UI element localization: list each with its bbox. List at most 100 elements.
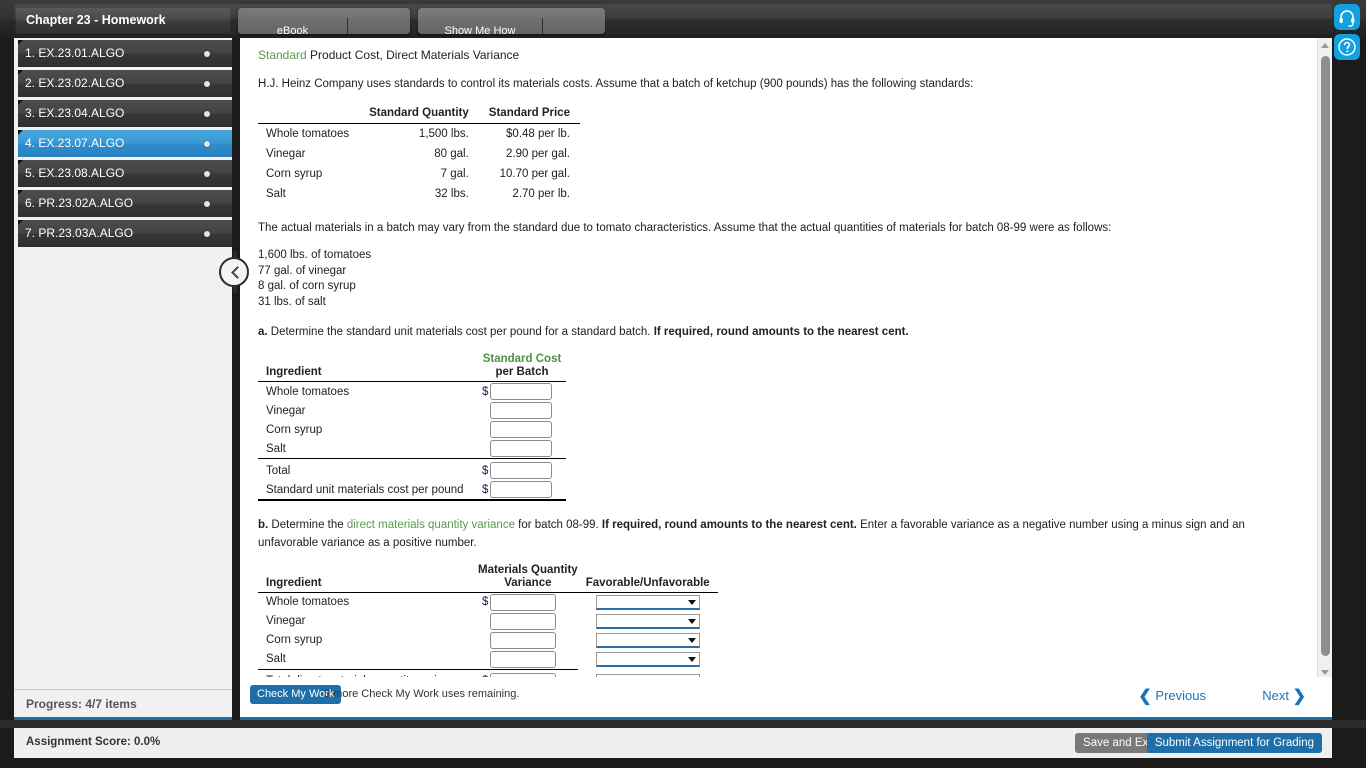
- part-b-answer-table: Materials Quantity Ingredient Variance F…: [258, 563, 718, 680]
- sidebar-item-5[interactable]: 5. EX.23.08.ALGO: [18, 160, 232, 187]
- sidebar-item-4[interactable]: 4. EX.23.07.ALGO: [18, 130, 232, 157]
- row-field: $: [478, 592, 578, 612]
- select-fav-unfav-salt[interactable]: FavorableUnfavorable: [595, 652, 700, 668]
- col-header-blank: [258, 104, 360, 124]
- currency-symbol: $: [482, 464, 489, 477]
- row-field: [478, 439, 566, 459]
- standards-table: Standard Quantity Standard Price Whole t…: [258, 104, 580, 204]
- input-standard-cost-total[interactable]: [490, 462, 552, 480]
- sidebar-item-label: 5. EX.23.08.ALGO: [25, 166, 125, 180]
- part-b-text-2: for batch 08-99.: [514, 519, 602, 532]
- scroll-up-arrow[interactable]: [1318, 38, 1333, 53]
- tab-ebook-menu[interactable]: [348, 8, 410, 34]
- tab-group-show-me-how[interactable]: Show Me How: [418, 8, 605, 34]
- input-standard-cost-vinegar[interactable]: [490, 402, 552, 420]
- part-a-text: Determine the standard unit materials co…: [267, 326, 654, 339]
- table-row: Vinegar FavorableUnfavorable: [258, 612, 718, 631]
- question-title: Standard Product Cost, Direct Materials …: [258, 48, 1303, 62]
- input-variance-whole-tomatoes[interactable]: [490, 593, 556, 611]
- select-fav-unfav-whole-tomatoes[interactable]: FavorableUnfavorable: [595, 594, 700, 610]
- sidebar-item-7[interactable]: 7. PR.23.03A.ALGO: [18, 220, 232, 247]
- question-intro: H.J. Heinz Company uses standards to con…: [258, 78, 974, 90]
- help-question-icon[interactable]: [1334, 34, 1360, 60]
- assignment-score-label: Assignment Score:: [26, 736, 131, 748]
- select-fav-unfav-vinegar[interactable]: FavorableUnfavorable: [595, 613, 700, 629]
- sidebar-item-label: 4. EX.23.07.ALGO: [25, 136, 125, 150]
- table-header-row: Ingredient Variance Favorable/Unfavorabl…: [258, 576, 718, 593]
- status-dot-icon: [204, 51, 210, 57]
- table-header-row-top: Standard Cost: [258, 352, 566, 366]
- status-dot-icon: [204, 81, 210, 87]
- row-select-cell: FavorableUnfavorable: [578, 592, 718, 612]
- cell-quantity: 32 lbs.: [434, 187, 469, 200]
- part-b-marker: b.: [258, 519, 269, 532]
- cell-quantity: 80 gal.: [434, 147, 469, 160]
- tab-group-ebook[interactable]: eBook: [238, 8, 410, 34]
- divider: [0, 720, 1366, 728]
- list-item: 8 gal. of corn syrup: [258, 280, 356, 293]
- previous-button[interactable]: ❮ Previous: [1138, 686, 1206, 706]
- input-variance-corn-syrup[interactable]: [490, 631, 556, 649]
- right-floating-icon-bar: [1334, 4, 1362, 64]
- vertical-scrollbar[interactable]: [1317, 38, 1332, 680]
- row-label-corn-syrup: Corn syrup: [266, 634, 323, 647]
- table-row: Vinegar: [258, 401, 566, 420]
- question-title-rest: Product Cost, Direct Materials Variance: [306, 48, 520, 62]
- sidebar-collapse-handle[interactable]: [219, 251, 251, 293]
- input-standard-cost-whole-tomatoes[interactable]: [490, 383, 552, 401]
- sidebar-item-2[interactable]: 2. EX.23.02.ALGO: [18, 70, 232, 97]
- scrollbar-thumb[interactable]: [1321, 56, 1330, 656]
- headset-support-icon[interactable]: [1334, 4, 1360, 30]
- input-standard-cost-corn-syrup[interactable]: [490, 421, 552, 439]
- status-dot-icon: [204, 111, 210, 117]
- row-label-salt: Salt: [266, 442, 286, 455]
- actual-materials-list: 1,600 lbs. of tomatoes 77 gal. of vinega…: [258, 248, 1303, 310]
- list-item: 31 lbs. of salt: [258, 295, 326, 308]
- table-row: Whole tomatoes $ FavorableUnfavorable: [258, 592, 718, 612]
- table-header-row: Standard Quantity Standard Price: [258, 104, 580, 124]
- input-standard-unit-cost-per-pound[interactable]: [490, 481, 552, 499]
- cell-price: 2.90 per gal.: [506, 147, 570, 160]
- next-label: Next: [1262, 688, 1289, 703]
- sidebar-item-3[interactable]: 3. EX.23.04.ALGO: [18, 100, 232, 127]
- sidebar: 1. EX.23.01.ALGO 2. EX.23.02.ALGO 3. EX.…: [14, 38, 232, 720]
- tab-ebook[interactable]: eBook: [238, 18, 348, 34]
- row-label-whole-tomatoes: Whole tomatoes: [266, 385, 350, 398]
- sidebar-item-6[interactable]: 6. PR.23.02A.ALGO: [18, 190, 232, 217]
- collapse-button[interactable]: [219, 257, 249, 287]
- cell-ingredient: Corn syrup: [266, 167, 323, 180]
- select-fav-unfav-corn-syrup[interactable]: FavorableUnfavorable: [595, 632, 700, 648]
- progress-label: Progress:: [26, 697, 83, 711]
- col-header-standard-quantity: Standard Quantity: [359, 104, 479, 124]
- currency-symbol: $: [482, 596, 489, 609]
- list-item: 77 gal. of vinegar: [258, 264, 347, 277]
- row-field: [478, 401, 566, 420]
- row-field: $: [478, 461, 566, 480]
- input-variance-salt[interactable]: [490, 650, 556, 668]
- next-button[interactable]: Next ❯: [1262, 686, 1306, 706]
- total-rule: [258, 499, 566, 504]
- col-header-per-batch: per Batch: [478, 366, 566, 383]
- tab-show-me-how-menu[interactable]: [543, 8, 605, 34]
- sidebar-item-1[interactable]: 1. EX.23.01.ALGO: [18, 40, 232, 67]
- tab-show-me-how[interactable]: Show Me How: [418, 18, 543, 34]
- col-header-ingredient: Ingredient: [258, 576, 478, 593]
- part-b-glossary-link[interactable]: direct materials quantity variance: [347, 519, 515, 531]
- table-row: Whole tomatoes $: [258, 382, 566, 402]
- submit-assignment-button[interactable]: Submit Assignment for Grading: [1146, 733, 1322, 753]
- col-header-variance: Variance: [478, 576, 578, 593]
- sidebar-item-label: 1. EX.23.01.ALGO: [25, 46, 125, 60]
- input-variance-vinegar[interactable]: [490, 612, 556, 630]
- chevron-right-icon: ❯: [1292, 688, 1306, 705]
- input-standard-cost-salt[interactable]: [490, 440, 552, 458]
- part-b-text-1: Determine the: [268, 519, 347, 532]
- row-field: [478, 612, 578, 631]
- currency-symbol: $: [482, 483, 489, 496]
- col-header-favorable-unfavorable: Favorable/Unfavorable: [577, 576, 718, 593]
- col-header-ingredient: Ingredient: [258, 366, 478, 383]
- dropdown-wrapper: FavorableUnfavorable: [595, 652, 700, 668]
- table-row: Corn syrup FavorableUnfavorable: [258, 631, 718, 650]
- sidebar-item-label: 2. EX.23.02.ALGO: [25, 76, 125, 90]
- cell-price: 10.70 per gal.: [499, 167, 570, 180]
- sidebar-item-label: 7. PR.23.03A.ALGO: [25, 226, 134, 240]
